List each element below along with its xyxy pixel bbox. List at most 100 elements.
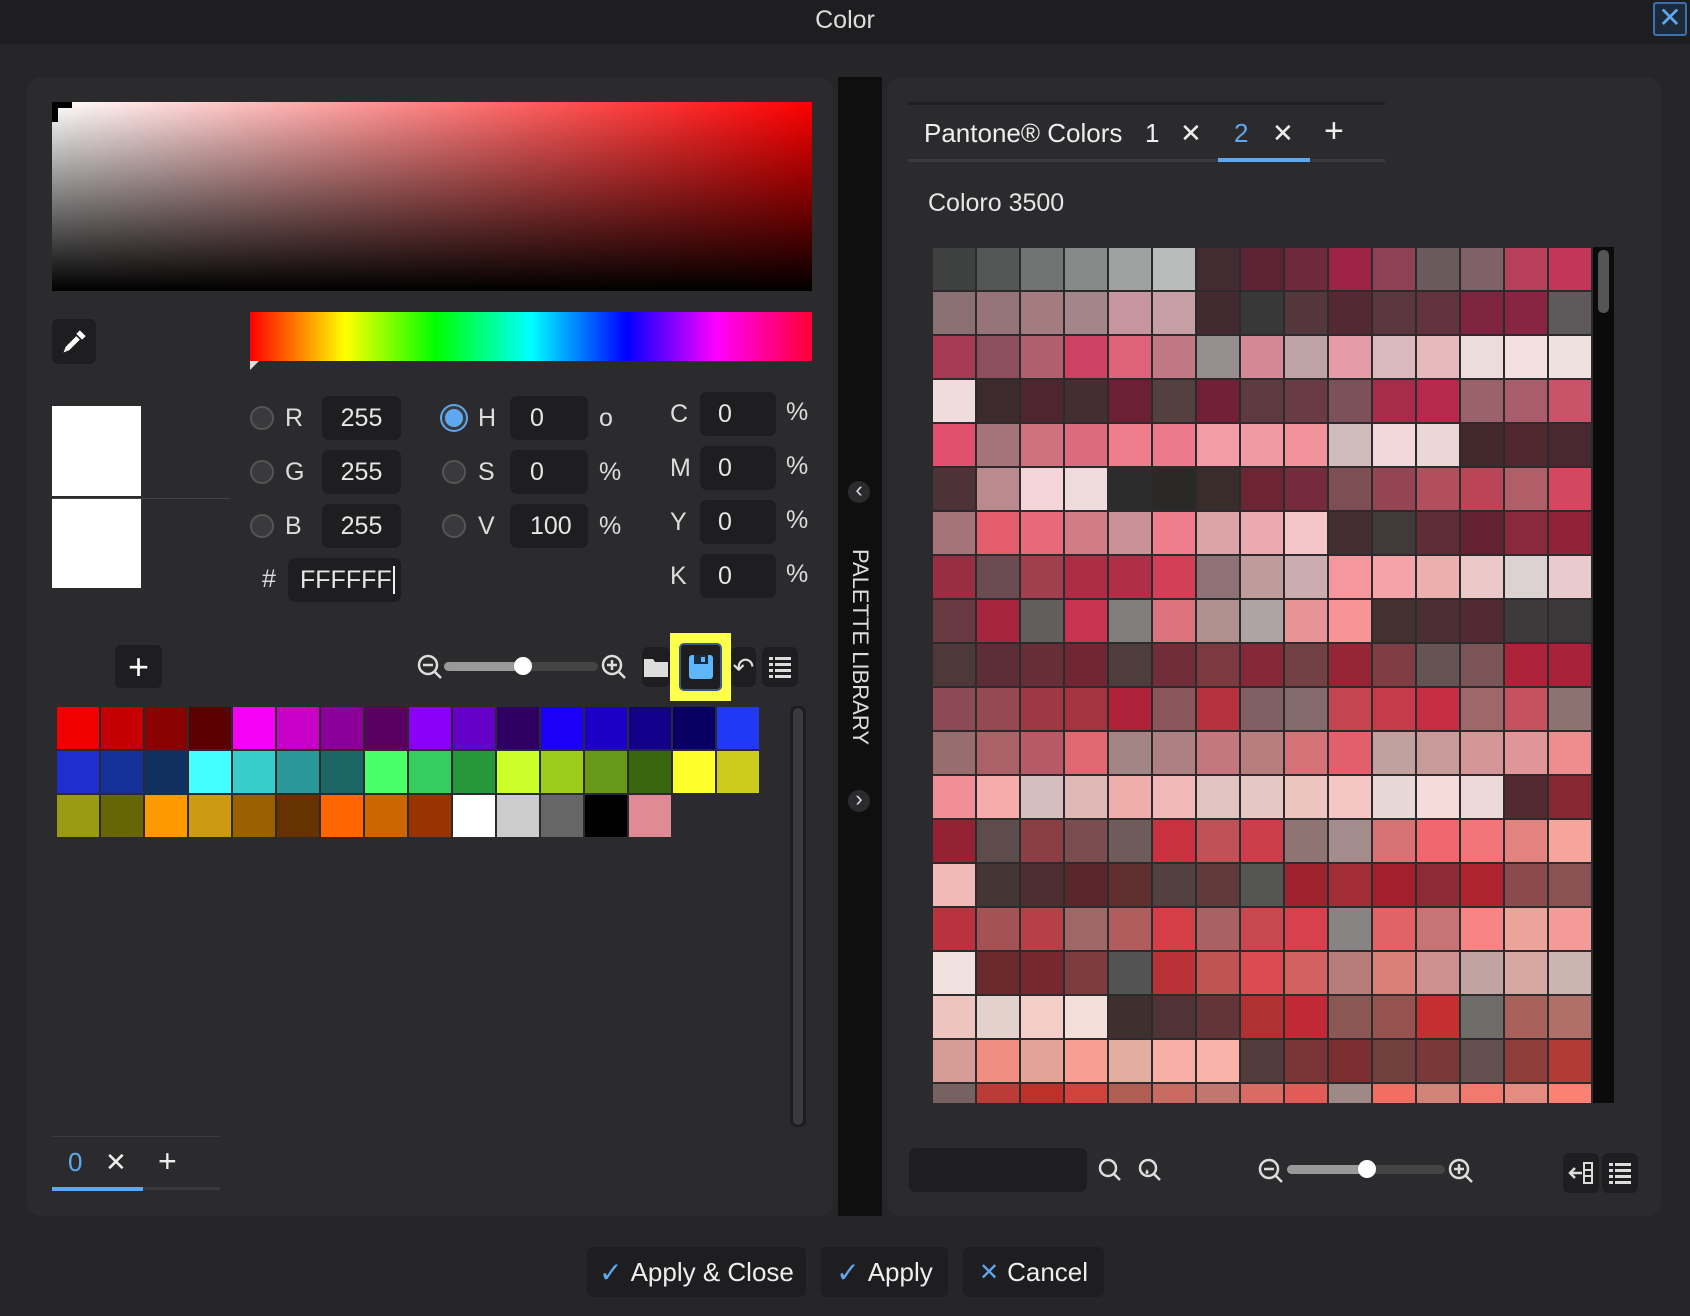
color-swatch[interactable] [932,291,976,335]
color-swatch[interactable] [1328,907,1372,951]
color-swatch[interactable] [976,731,1020,775]
color-swatch[interactable] [232,794,276,838]
palette-tab-0[interactable]: 0 [68,1147,82,1178]
color-swatch[interactable] [1152,995,1196,1039]
color-swatch[interactable] [1548,775,1592,819]
color-swatch[interactable] [1416,1039,1460,1083]
color-swatch[interactable] [1328,731,1372,775]
color-swatch[interactable] [1284,1083,1328,1103]
color-swatch[interactable] [1460,555,1504,599]
color-swatch[interactable] [976,1083,1020,1103]
color-swatch[interactable] [1152,819,1196,863]
color-swatch[interactable] [1460,247,1504,291]
color-swatch[interactable] [976,247,1020,291]
color-swatch[interactable] [1240,863,1284,907]
color-swatch[interactable] [1460,907,1504,951]
color-swatch[interactable] [1460,423,1504,467]
color-swatch[interactable] [1372,907,1416,951]
color-swatch[interactable] [932,555,976,599]
color-swatch[interactable] [1284,687,1328,731]
close-button[interactable]: ✕ [1653,2,1687,36]
color-swatch[interactable] [1020,775,1064,819]
input-v[interactable]: 100 [510,504,588,548]
color-swatch[interactable] [1020,511,1064,555]
color-swatch[interactable] [1284,555,1328,599]
color-swatch[interactable] [1240,1083,1284,1103]
color-swatch[interactable] [1108,863,1152,907]
color-swatch[interactable] [1196,731,1240,775]
color-swatch[interactable] [932,467,976,511]
color-swatch[interactable] [144,750,188,794]
close-tab-2-icon[interactable]: ✕ [1272,118,1294,149]
color-swatch[interactable] [56,706,100,750]
color-swatch[interactable] [1328,467,1372,511]
color-swatch[interactable] [320,750,364,794]
color-swatch[interactable] [1152,907,1196,951]
color-swatch[interactable] [976,335,1020,379]
color-swatch[interactable] [976,555,1020,599]
color-swatch[interactable] [1548,863,1592,907]
color-swatch[interactable] [1064,555,1108,599]
color-swatch[interactable] [1372,951,1416,995]
color-swatch[interactable] [1064,995,1108,1039]
color-swatch[interactable] [932,907,976,951]
input-b[interactable]: 255 [322,504,401,548]
color-swatch[interactable] [1152,291,1196,335]
radio-r[interactable] [250,406,274,430]
add-library-tab-button[interactable]: + [1324,112,1344,151]
color-swatch[interactable] [1372,247,1416,291]
color-swatch[interactable] [1548,995,1592,1039]
library-list-view-button[interactable] [1602,1153,1638,1193]
color-swatch[interactable] [1504,1039,1548,1083]
color-swatch[interactable] [1504,643,1548,687]
color-swatch[interactable] [1240,1039,1284,1083]
color-swatch[interactable] [1460,467,1504,511]
color-swatch[interactable] [1548,379,1592,423]
color-swatch[interactable] [320,794,364,838]
expand-right-button[interactable]: › [848,790,870,812]
color-swatch[interactable] [1284,995,1328,1039]
color-swatch[interactable] [1460,951,1504,995]
color-swatch[interactable] [1548,951,1592,995]
apply-button[interactable]: ✓Apply [821,1247,948,1297]
input-r[interactable]: 255 [322,396,401,440]
color-swatch[interactable] [1328,555,1372,599]
color-swatch[interactable] [56,794,100,838]
color-swatch[interactable] [1240,555,1284,599]
radio-h[interactable] [442,406,466,430]
color-swatch[interactable] [1504,863,1548,907]
color-swatch[interactable] [1372,687,1416,731]
color-swatch[interactable] [1460,863,1504,907]
radio-v[interactable] [442,514,466,538]
color-swatch[interactable] [1108,423,1152,467]
color-swatch[interactable] [1020,335,1064,379]
color-swatch[interactable] [1152,643,1196,687]
color-swatch[interactable] [1196,511,1240,555]
color-swatch[interactable] [1416,555,1460,599]
color-swatch[interactable] [1504,687,1548,731]
cancel-button[interactable]: ✕Cancel [963,1247,1104,1297]
color-swatch[interactable] [1416,819,1460,863]
color-swatch[interactable] [1108,467,1152,511]
color-swatch[interactable] [1196,467,1240,511]
color-swatch[interactable] [1460,731,1504,775]
color-swatch[interactable] [1328,379,1372,423]
color-swatch[interactable] [976,467,1020,511]
color-swatch[interactable] [1284,599,1328,643]
color-swatch[interactable] [1020,951,1064,995]
color-swatch[interactable] [976,379,1020,423]
color-swatch[interactable] [1240,731,1284,775]
color-swatch[interactable] [1416,643,1460,687]
color-swatch[interactable] [1372,555,1416,599]
color-swatch[interactable] [232,750,276,794]
color-swatch[interactable] [976,995,1020,1039]
color-swatch[interactable] [1372,511,1416,555]
radio-s[interactable] [442,460,466,484]
color-swatch[interactable] [976,775,1020,819]
add-swatch-button[interactable]: + [115,645,162,688]
color-swatch[interactable] [1416,951,1460,995]
radio-b[interactable] [250,514,274,538]
color-swatch[interactable] [932,1083,976,1103]
color-swatch[interactable] [1240,995,1284,1039]
custom-palette-scrollbar[interactable] [790,706,806,1127]
